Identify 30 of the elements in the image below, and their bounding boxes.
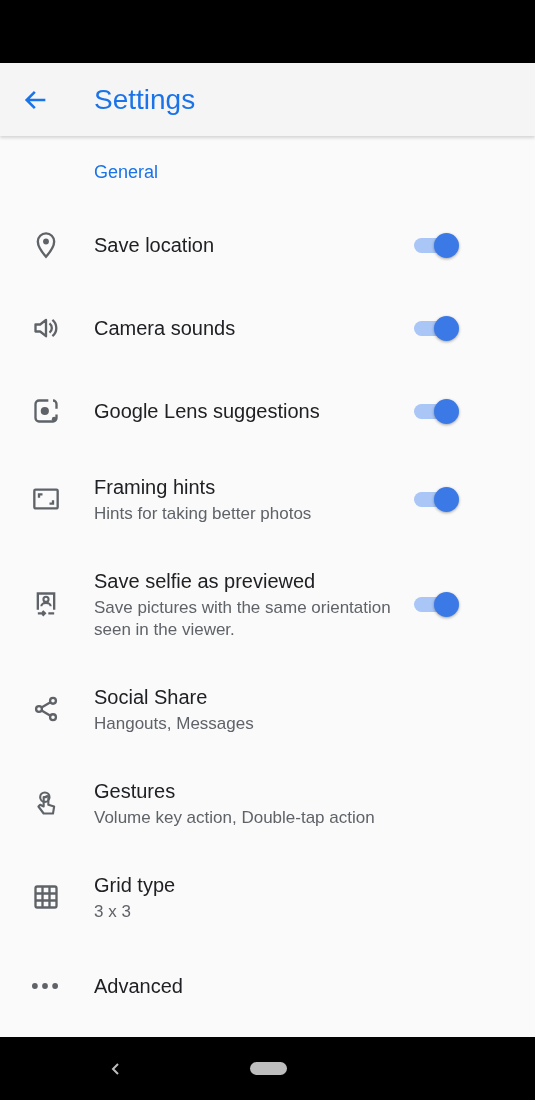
page-title: Settings <box>94 83 196 116</box>
setting-title: Google Lens suggestions <box>94 398 321 424</box>
setting-row[interactable]: Save selfie as previewed Save pictures with the same orientation seen in the viewer. <box>0 546 535 662</box>
setting-row[interactable]: Save location <box>0 203 535 286</box>
setting-title: Save location <box>94 232 216 258</box>
setting-description: Hints for taking better photos <box>94 503 313 525</box>
setting-row[interactable]: Gestures Volume key action, Double-tap action <box>0 756 535 850</box>
setting-row[interactable]: Advanced <box>0 944 535 1027</box>
grid-icon <box>32 883 60 911</box>
setting-title: Camera sounds <box>94 315 237 341</box>
setting-row[interactable]: Camera sounds <box>0 286 535 369</box>
home-button[interactable] <box>250 1062 287 1075</box>
lens-icon <box>32 396 60 425</box>
setting-description: Volume key action, Double-tap action <box>94 807 376 829</box>
setting-title: Grid type <box>94 873 177 898</box>
more-icon <box>32 982 58 989</box>
setting-title: Advanced <box>94 973 184 999</box>
setting-title: Gestures <box>94 779 177 804</box>
setting-title: Save selfie as previewed <box>94 569 317 594</box>
setting-description: 3 x 3 <box>94 901 132 923</box>
setting-description: Save pictures with the same orientation seen in the viewer. <box>94 597 392 641</box>
setting-row[interactable]: Framing hints Hints for taking better photos <box>0 452 535 546</box>
setting-title: Social Share <box>94 685 209 710</box>
setting-row[interactable]: Google Lens suggestions <box>0 369 535 452</box>
section-header: General <box>93 161 160 184</box>
setting-row[interactable]: Social Share Hangouts, Messages <box>0 662 535 756</box>
setting-title: Framing hints <box>94 475 217 500</box>
setting-row[interactable]: Grid type 3 x 3 <box>0 850 535 944</box>
share-icon <box>32 695 60 723</box>
setting-description: Hangouts, Messages <box>94 713 255 735</box>
